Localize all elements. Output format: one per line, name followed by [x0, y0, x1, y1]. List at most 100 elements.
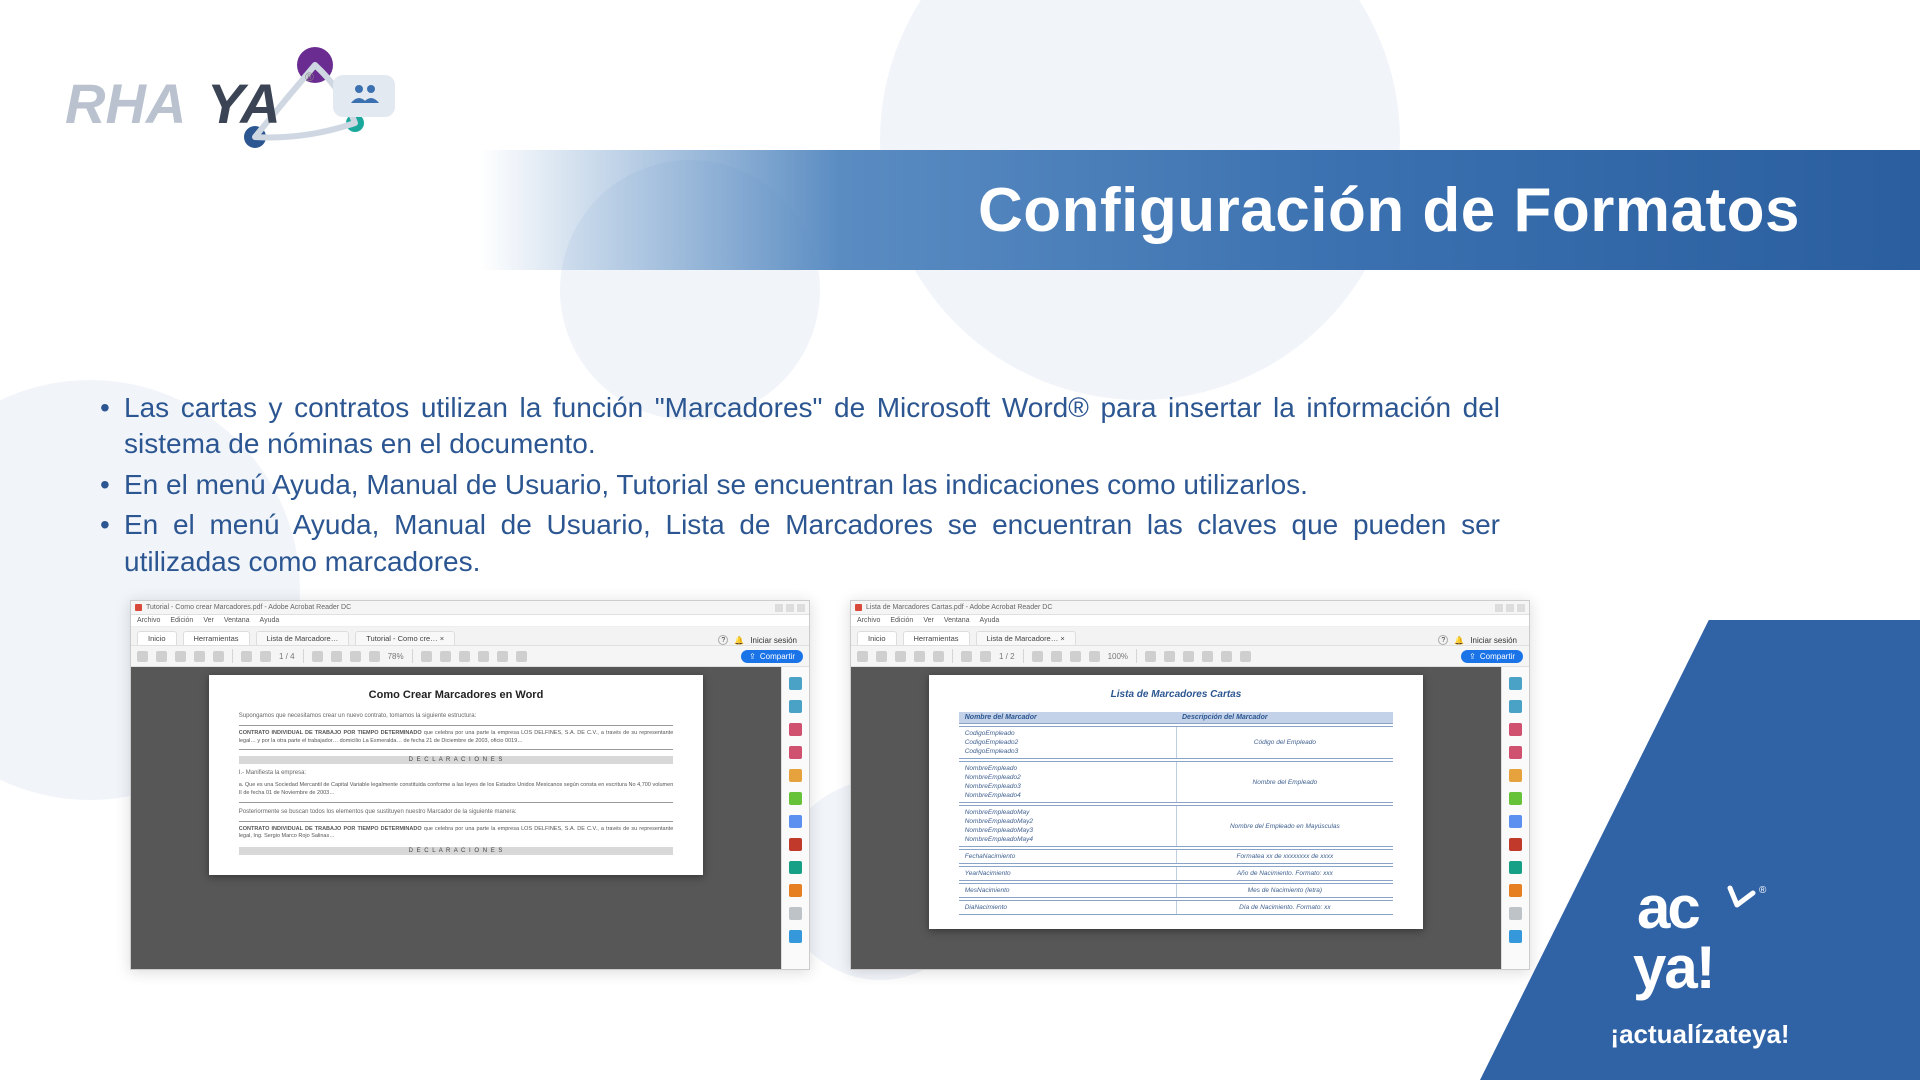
tool-icon[interactable]: [789, 792, 802, 805]
zoom-out-icon[interactable]: [350, 651, 361, 662]
help-icon[interactable]: ?: [1438, 635, 1448, 645]
select-icon[interactable]: [312, 651, 323, 662]
tab-home[interactable]: Inicio: [137, 631, 177, 645]
tool-icon[interactable]: [789, 677, 802, 690]
page-up-icon[interactable]: [961, 651, 972, 662]
zoom-in-icon[interactable]: [1089, 651, 1100, 662]
tool-icon[interactable]: [789, 746, 802, 759]
document-body: Lista de Marcadores Cartas Nombre del Ma…: [851, 667, 1529, 969]
menu-item[interactable]: Ver: [203, 617, 214, 624]
tab-tools[interactable]: Herramientas: [183, 631, 250, 645]
select-icon[interactable]: [1032, 651, 1043, 662]
menu-item[interactable]: Ayuda: [260, 617, 280, 624]
bell-icon[interactable]: 🔔: [734, 636, 744, 645]
signin-link[interactable]: Iniciar sesión: [1470, 636, 1517, 645]
star-icon[interactable]: [156, 651, 167, 662]
fit-width-icon[interactable]: [440, 651, 451, 662]
mail-icon[interactable]: [194, 651, 205, 662]
help-icon[interactable]: ?: [718, 635, 728, 645]
tool-icon[interactable]: [789, 700, 802, 713]
tool-icon[interactable]: [1509, 930, 1522, 943]
tool-icon[interactable]: [789, 723, 802, 736]
table-group: CodigoEmpleado CodigoEmpleado2 CodigoEmp…: [959, 726, 1394, 759]
declaraciones-header-2: D E C L A R A C I O N E S: [239, 847, 674, 855]
tool-icon[interactable]: [1509, 861, 1522, 874]
menu-item[interactable]: Edición: [170, 617, 193, 624]
tool-icon[interactable]: [789, 907, 802, 920]
tool-icon[interactable]: [1509, 700, 1522, 713]
fit-icon[interactable]: [421, 651, 432, 662]
home-icon[interactable]: [137, 651, 148, 662]
page-down-icon[interactable]: [260, 651, 271, 662]
share-button[interactable]: ⇪Compartir: [741, 650, 803, 663]
marker-name: NombreEmpleadoMay3: [965, 826, 1170, 835]
tool-icon[interactable]: [789, 815, 802, 828]
page-area: Como Crear Marcadores en Word Supongamos…: [131, 667, 781, 969]
tool-icon[interactable]: [1509, 677, 1522, 690]
search-icon[interactable]: [213, 651, 224, 662]
search-icon[interactable]: [933, 651, 944, 662]
tool-icon[interactable]: [1509, 884, 1522, 897]
zoom-in-icon[interactable]: [369, 651, 380, 662]
star-icon[interactable]: [876, 651, 887, 662]
print-icon[interactable]: [175, 651, 186, 662]
menu-item[interactable]: Ver: [923, 617, 934, 624]
tool-icon[interactable]: [789, 930, 802, 943]
tool-icon[interactable]: [789, 838, 802, 851]
mail-icon[interactable]: [914, 651, 925, 662]
tool-icon[interactable]: [1509, 723, 1522, 736]
hand-icon[interactable]: [331, 651, 342, 662]
comment-icon[interactable]: [459, 651, 470, 662]
menubar: Archivo Edición Ver Ventana Ayuda: [131, 615, 809, 627]
tool-icon[interactable]: [1509, 769, 1522, 782]
declaraciones-header: D E C L A R A C I O N E S: [239, 756, 674, 764]
share-button[interactable]: ⇪Compartir: [1461, 650, 1523, 663]
tool-icon[interactable]: [1509, 907, 1522, 920]
table-group: NombreEmpleado NombreEmpleado2 NombreEmp…: [959, 761, 1394, 803]
title-band: Configuración de Formatos: [480, 150, 1920, 270]
highlight-icon[interactable]: [478, 651, 489, 662]
page-down-icon[interactable]: [980, 651, 991, 662]
tool-icon[interactable]: [1509, 792, 1522, 805]
tabbar: Inicio Herramientas Lista de Marcadore… …: [131, 627, 809, 645]
zoom-out-icon[interactable]: [1070, 651, 1081, 662]
menu-item[interactable]: Edición: [890, 617, 913, 624]
menu-item[interactable]: Ayuda: [980, 617, 1000, 624]
page-up-icon[interactable]: [241, 651, 252, 662]
bell-icon[interactable]: 🔔: [1454, 636, 1464, 645]
marker-name: YearNacimiento: [965, 869, 1170, 878]
marker-name: NombreEmpleado3: [965, 782, 1170, 791]
tool-icon[interactable]: [1509, 815, 1522, 828]
tab-home[interactable]: Inicio: [857, 631, 897, 645]
tab-tools[interactable]: Herramientas: [903, 631, 970, 645]
page-title: Configuración de Formatos: [978, 175, 1800, 246]
sign-icon[interactable]: [1221, 651, 1232, 662]
fit-width-icon[interactable]: [1164, 651, 1175, 662]
signin-link[interactable]: Iniciar sesión: [750, 636, 797, 645]
erase-icon[interactable]: [1240, 651, 1251, 662]
bullet-item: En el menú Ayuda, Manual de Usuario, Lis…: [100, 507, 1500, 580]
tool-icon[interactable]: [1509, 746, 1522, 759]
col-header: Descripción del Marcador: [1176, 712, 1393, 724]
fit-icon[interactable]: [1145, 651, 1156, 662]
sign-icon[interactable]: [497, 651, 508, 662]
home-icon[interactable]: [857, 651, 868, 662]
svg-text:®: ®: [305, 70, 314, 84]
highlight-icon[interactable]: [1202, 651, 1213, 662]
menu-item[interactable]: Ventana: [224, 617, 250, 624]
menu-item[interactable]: Ventana: [944, 617, 970, 624]
erase-icon[interactable]: [516, 651, 527, 662]
tool-icon[interactable]: [789, 884, 802, 897]
tool-icon[interactable]: [1509, 838, 1522, 851]
comment-icon[interactable]: [1183, 651, 1194, 662]
tab-doc-active[interactable]: Tutorial - Como cre… ×: [355, 631, 455, 645]
hand-icon[interactable]: [1051, 651, 1062, 662]
menu-item[interactable]: Archivo: [137, 617, 160, 624]
slide-root: RHA YA ® Configuración de Formatos Las c…: [0, 0, 1920, 1080]
print-icon[interactable]: [895, 651, 906, 662]
tool-icon[interactable]: [789, 861, 802, 874]
menu-item[interactable]: Archivo: [857, 617, 880, 624]
tab-doc-active[interactable]: Lista de Marcadore… ×: [976, 631, 1076, 645]
tool-icon[interactable]: [789, 769, 802, 782]
tab-doc[interactable]: Lista de Marcadore…: [256, 631, 350, 645]
